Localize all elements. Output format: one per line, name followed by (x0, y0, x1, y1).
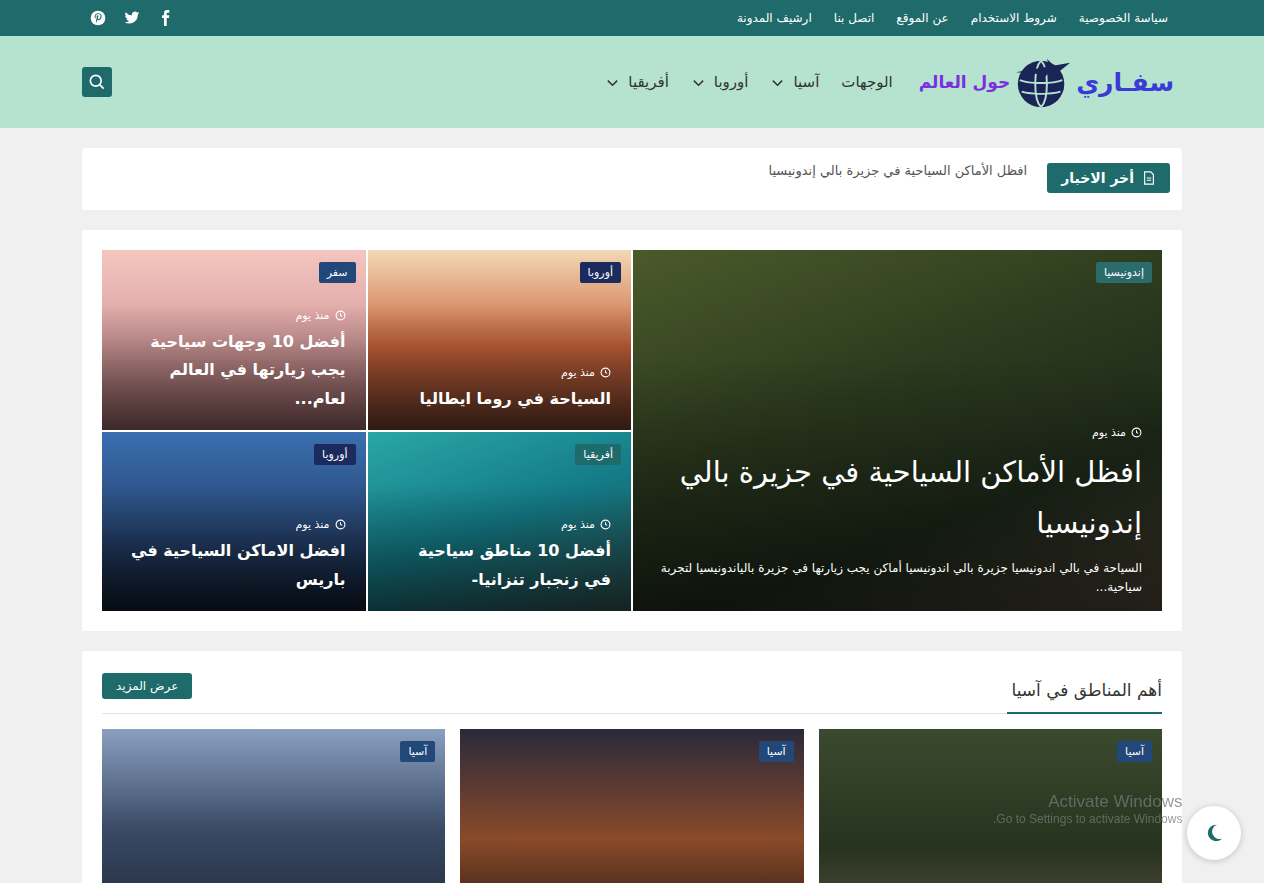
post-time: منذ يوم (388, 366, 612, 379)
news-ticker: أخر الاخبار افظل الأماكن السياحية في جزي… (82, 148, 1182, 210)
category-tag[interactable]: آسيا (1117, 741, 1152, 762)
featured-posts: إندونيسيا منذ يوم افظل الأماكن السياحية … (82, 230, 1182, 631)
post-title[interactable]: أفضل 10 وجهات سياحية يجب زيارتها في العا… (122, 328, 346, 414)
nav-item[interactable]: أفريقيا (605, 73, 668, 91)
chevron-down-icon (770, 75, 785, 90)
chevron-down-icon (691, 75, 706, 90)
dark-mode-button[interactable] (1187, 806, 1241, 860)
nav-item[interactable]: أوروبا (691, 73, 749, 91)
clock-icon (1131, 427, 1142, 438)
post-card[interactable]: آسيا (102, 729, 445, 883)
show-more-button[interactable]: عرض المزيد (102, 673, 192, 699)
post-title[interactable]: السياحة في روما ايطاليا (388, 385, 612, 414)
asia-section: أهم المناطق في آسيا عرض المزيد آسياآسياآ… (82, 651, 1182, 883)
featured-tiles: أوروبا منذ يوم السياحة في روما ايطالياسف… (102, 250, 631, 611)
featured-main-post[interactable]: إندونيسيا منذ يوم افظل الأماكن السياحية … (633, 250, 1162, 611)
social-links (90, 10, 174, 26)
featured-tile[interactable]: أفريقيا منذ يوم أفضل 10 مناطق سياحية في … (368, 432, 632, 611)
page: سياسة الخصوصية شروط الاستخدام عن الموقع اتص… (0, 0, 1264, 883)
clock-icon (335, 310, 346, 321)
globe-plane-icon (1012, 51, 1074, 113)
category-tag[interactable]: أفريقيا (575, 444, 621, 465)
logo-name: سفـاري (1076, 68, 1174, 97)
clock-icon (600, 367, 611, 378)
top-link[interactable]: سياسة الخصوصية (1079, 11, 1168, 25)
post-title[interactable]: أفضل 10 مناطق سياحية في زنجبار تنزانيا- (388, 537, 612, 595)
search-button[interactable] (82, 67, 112, 97)
category-tag[interactable]: أوروبا (580, 262, 621, 283)
category-tag[interactable]: آسيا (400, 741, 435, 762)
top-bar: سياسة الخصوصية شروط الاستخدام عن الموقع اتص… (0, 0, 1264, 36)
logo-tagline: حول العالم (919, 72, 1010, 92)
featured-tile[interactable]: أوروبا منذ يوم السياحة في روما ايطاليا (368, 250, 632, 430)
header: سفـاري حول العالم الوجهات آسيا أوروبا أف… (0, 36, 1264, 128)
clock-icon (600, 519, 611, 530)
category-tag[interactable]: إندونيسيا (1096, 262, 1152, 283)
search-icon (87, 72, 107, 92)
post-time: منذ يوم (653, 426, 1142, 439)
moon-icon (1203, 822, 1225, 844)
ticker-headline[interactable]: افظل الأماكن السياحية في جزيرة بالي إندو… (768, 163, 1027, 178)
pinterest-icon[interactable] (90, 10, 106, 26)
top-link[interactable]: اتصل بنا (834, 11, 875, 25)
twitter-icon[interactable] (124, 10, 140, 26)
chevron-down-icon (605, 75, 620, 90)
main-content: أخر الاخبار افظل الأماكن السياحية في جزي… (82, 148, 1182, 883)
top-links: سياسة الخصوصية شروط الاستخدام عن الموقع اتص… (737, 11, 1168, 25)
latest-news-button[interactable]: أخر الاخبار (1047, 163, 1170, 193)
activation-watermark: Activate Windows Go to Settings to activ… (993, 792, 1182, 826)
post-title[interactable]: افضل الاماكن السياحية في باريس (122, 537, 346, 595)
clock-icon (335, 519, 346, 530)
top-link[interactable]: عن الموقع (896, 11, 948, 25)
nav-item[interactable]: الوجهات (841, 73, 892, 91)
post-time: منذ يوم (122, 309, 346, 322)
post-time: منذ يوم (388, 518, 612, 531)
facebook-icon[interactable] (158, 10, 174, 26)
section-cards: آسيا آسيا آسيا (102, 714, 1162, 883)
featured-tile[interactable]: سفر منذ يوم أفضل 10 وجهات سياحية يجب زيا… (102, 250, 366, 430)
post-time: منذ يوم (122, 518, 346, 531)
category-tag[interactable]: سفر (319, 262, 356, 283)
document-icon (1142, 171, 1156, 185)
section-title: أهم المناطق في آسيا (1007, 678, 1162, 714)
post-card[interactable]: آسيا (460, 729, 803, 883)
top-link[interactable]: شروط الاستخدام (971, 11, 1057, 25)
category-tag[interactable]: أوروبا (314, 444, 355, 465)
logo[interactable]: سفـاري حول العالم (919, 51, 1174, 113)
top-link[interactable]: ارشيف المدونة (737, 11, 812, 25)
post-card[interactable]: آسيا (819, 729, 1162, 883)
featured-tile[interactable]: أوروبا منذ يوم افضل الاماكن السياحية في … (102, 432, 366, 611)
category-tag[interactable]: آسيا (759, 741, 794, 762)
nav-item[interactable]: آسيا (770, 73, 819, 91)
main-nav: الوجهات آسيا أوروبا أفريقيا (605, 73, 892, 91)
post-title[interactable]: افظل الأماكن السياحية في جزيرة بالي إندو… (653, 447, 1142, 549)
post-excerpt: السياحة في بالي اندونيسيا جزيرة بالي اند… (653, 559, 1142, 597)
